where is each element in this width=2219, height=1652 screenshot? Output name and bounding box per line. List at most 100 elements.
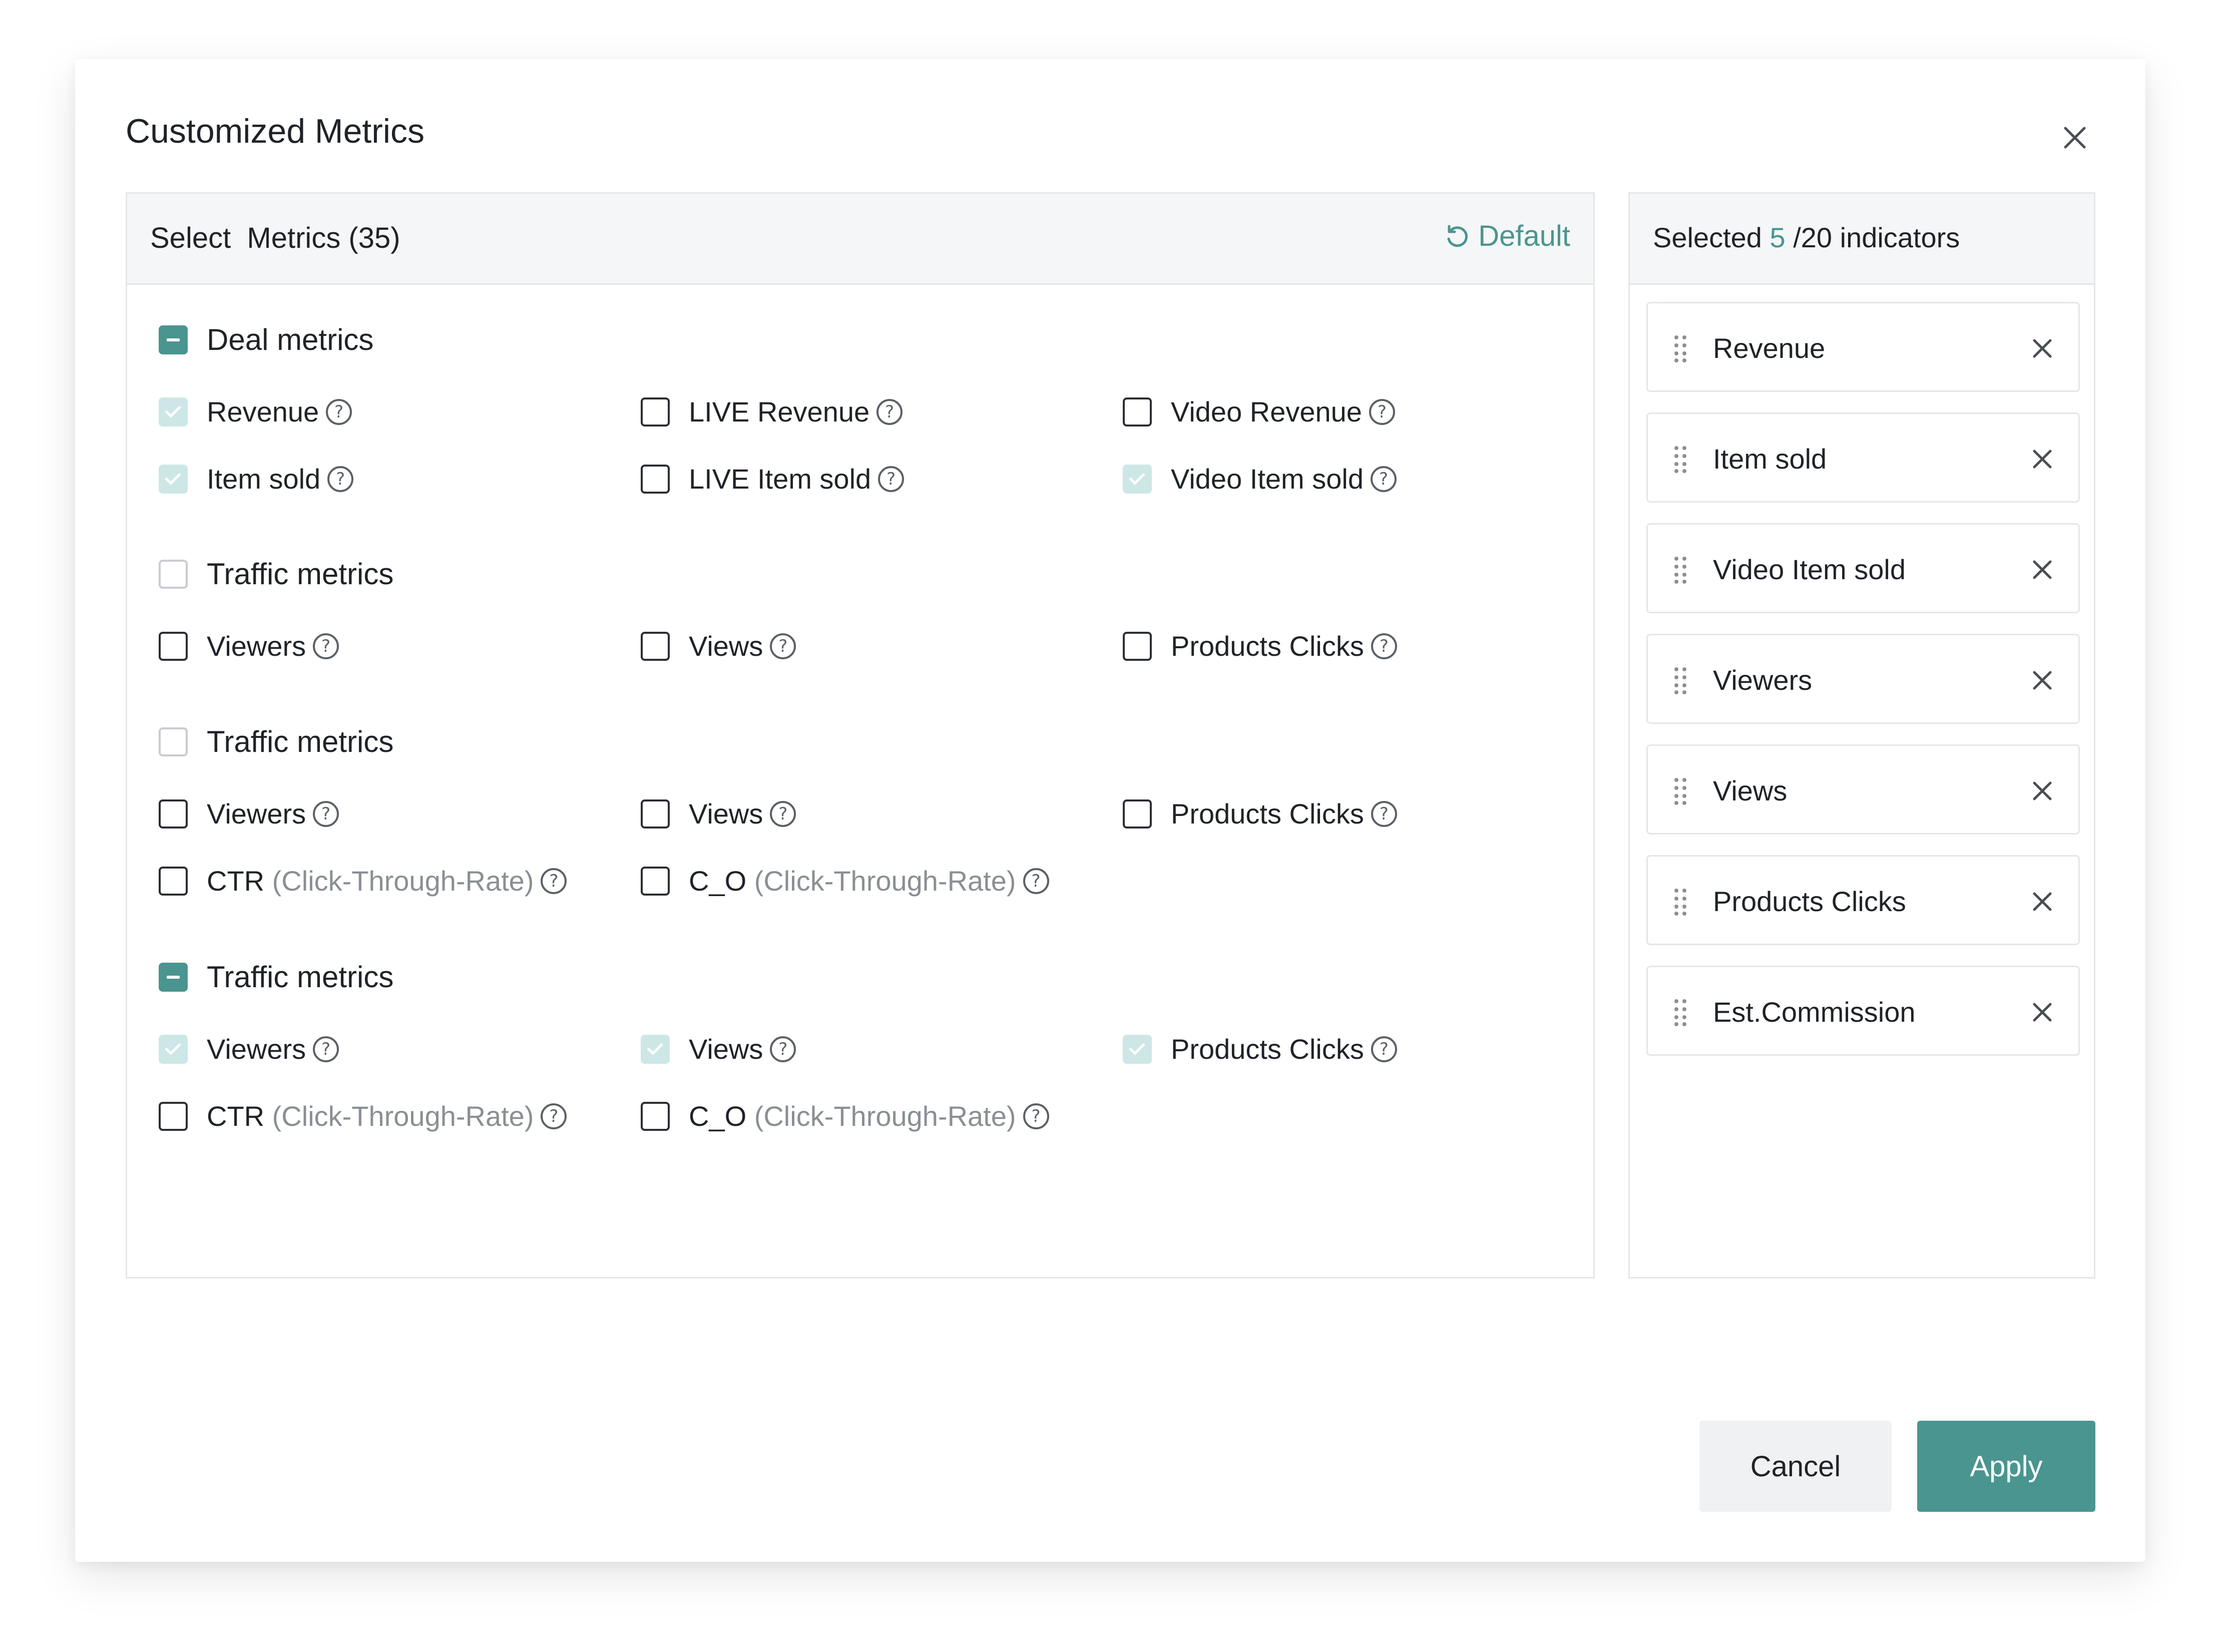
metric-checkbox[interactable] [1123,799,1152,829]
help-icon[interactable]: ? [327,466,354,492]
metric-label-main: Views [689,1033,763,1065]
help-icon[interactable]: ? [313,633,339,659]
help-icon[interactable]: ? [1370,466,1397,492]
metric-checkbox[interactable] [641,632,670,661]
help-icon[interactable]: ? [1371,633,1397,659]
metric-item[interactable]: C_O (Click-Through-Rate)? [641,867,1049,896]
metric-item[interactable]: Products Clicks? [1123,632,1397,661]
metric-label-main: Products Clicks [1171,630,1364,662]
metric-item[interactable]: LIVE Item sold? [641,465,905,494]
close-icon[interactable] [2057,120,2092,155]
group-checkbox[interactable] [159,963,188,992]
help-icon[interactable]: ? [770,801,796,827]
metric-group-header[interactable]: Traffic metrics [159,727,393,757]
metric-item[interactable]: Video Item sold? [1123,465,1397,494]
drag-handle-icon[interactable] [1673,998,1688,1026]
metric-item[interactable]: LIVE Revenue? [641,397,903,427]
metric-item[interactable]: Views? [641,1035,796,1064]
metric-checkbox[interactable] [641,1035,670,1064]
selected-indicator[interactable]: Video Item sold [1646,523,2080,613]
help-icon[interactable]: ? [313,1036,339,1062]
metric-item[interactable]: C_O (Click-Through-Rate)? [641,1102,1049,1131]
metric-item[interactable]: CTR (Click-Through-Rate)? [159,1102,567,1131]
selected-suffix: /20 indicators [1793,222,1960,253]
drag-handle-icon[interactable] [1673,556,1688,584]
metric-item[interactable]: Revenue? [159,397,352,427]
help-icon[interactable]: ? [878,466,905,492]
help-icon[interactable]: ? [876,399,903,425]
drag-handle-icon[interactable] [1673,777,1688,805]
metric-checkbox[interactable] [641,799,670,829]
default-button[interactable]: Default [1443,222,1570,251]
group-checkbox[interactable] [159,325,188,354]
selected-indicator[interactable]: Products Clicks [1646,855,2080,945]
selected-indicator[interactable]: Views [1646,744,2080,835]
metric-item[interactable]: Views? [641,799,796,829]
metric-label: Views [689,1035,763,1063]
metric-group-header[interactable]: Deal metrics [159,325,373,355]
drag-handle-icon[interactable] [1673,445,1688,473]
group-checkbox[interactable] [159,560,188,589]
metric-label: LIVE Revenue [689,398,869,426]
metric-checkbox[interactable] [159,632,188,661]
help-icon[interactable]: ? [770,1036,796,1062]
drag-handle-icon[interactable] [1673,334,1688,362]
metric-group-header[interactable]: Traffic metrics [159,962,393,992]
drag-handle-icon[interactable] [1673,666,1688,694]
metric-item[interactable]: Views? [641,632,796,661]
metric-item[interactable]: Viewers? [159,1035,339,1064]
selected-indicator-label: Video Item sold [1713,554,1906,585]
help-icon[interactable]: ? [541,868,567,894]
metric-checkbox[interactable] [641,1102,670,1131]
help-icon[interactable]: ? [541,1103,567,1129]
metric-item[interactable]: CTR (Click-Through-Rate)? [159,867,567,896]
metric-item[interactable]: Products Clicks? [1123,1035,1397,1064]
metric-checkbox[interactable] [641,867,670,896]
group-checkbox[interactable] [159,727,188,756]
help-icon[interactable]: ? [1023,1103,1049,1129]
metric-checkbox[interactable] [1123,1035,1152,1064]
remove-icon[interactable] [2028,666,2056,694]
drag-handle-icon[interactable] [1673,888,1688,916]
help-icon[interactable]: ? [770,633,796,659]
selected-indicator[interactable]: Est.Commission [1646,966,2080,1056]
selected-indicator[interactable]: Item sold [1646,412,2080,503]
metric-checkbox[interactable] [1123,397,1152,427]
metric-checkbox[interactable] [159,867,188,896]
remove-icon[interactable] [2028,888,2056,916]
help-icon[interactable]: ? [1023,868,1049,894]
selected-indicator[interactable]: Revenue [1646,302,2080,392]
metric-item[interactable]: Products Clicks? [1123,799,1397,829]
help-icon[interactable]: ? [1369,399,1395,425]
default-label: Default [1478,220,1570,252]
selected-indicators-panel: Selected 5 /20 indicators Revenue Item so… [1628,192,2095,1279]
remove-icon[interactable] [2028,334,2056,362]
help-icon[interactable]: ? [326,399,352,425]
cancel-button[interactable]: Cancel [1699,1421,1892,1512]
metric-checkbox[interactable] [159,397,188,427]
remove-icon[interactable] [2028,998,2056,1026]
metric-item[interactable]: Viewers? [159,632,339,661]
metric-checkbox[interactable] [1123,465,1152,494]
metric-checkbox[interactable] [641,397,670,427]
select-metrics-title: Select Metrics (35) [150,222,400,254]
metric-checkbox[interactable] [159,799,188,829]
selected-indicator[interactable]: Viewers [1646,634,2080,724]
metric-item[interactable]: Item sold? [159,465,354,494]
help-icon[interactable]: ? [1371,801,1397,827]
metric-checkbox[interactable] [159,465,188,494]
metric-checkbox[interactable] [159,1035,188,1064]
apply-button[interactable]: Apply [1917,1421,2095,1512]
metric-item[interactable]: Video Revenue? [1123,397,1395,427]
metric-group-header[interactable]: Traffic metrics [159,559,393,589]
remove-icon[interactable] [2028,777,2056,805]
help-icon[interactable]: ? [313,801,339,827]
metric-checkbox[interactable] [641,465,670,494]
remove-icon[interactable] [2028,445,2056,473]
metric-item[interactable]: Viewers? [159,799,339,829]
metric-label-main: Viewers [207,798,306,830]
remove-icon[interactable] [2028,556,2056,584]
metric-checkbox[interactable] [1123,632,1152,661]
help-icon[interactable]: ? [1371,1036,1397,1062]
metric-checkbox[interactable] [159,1102,188,1131]
